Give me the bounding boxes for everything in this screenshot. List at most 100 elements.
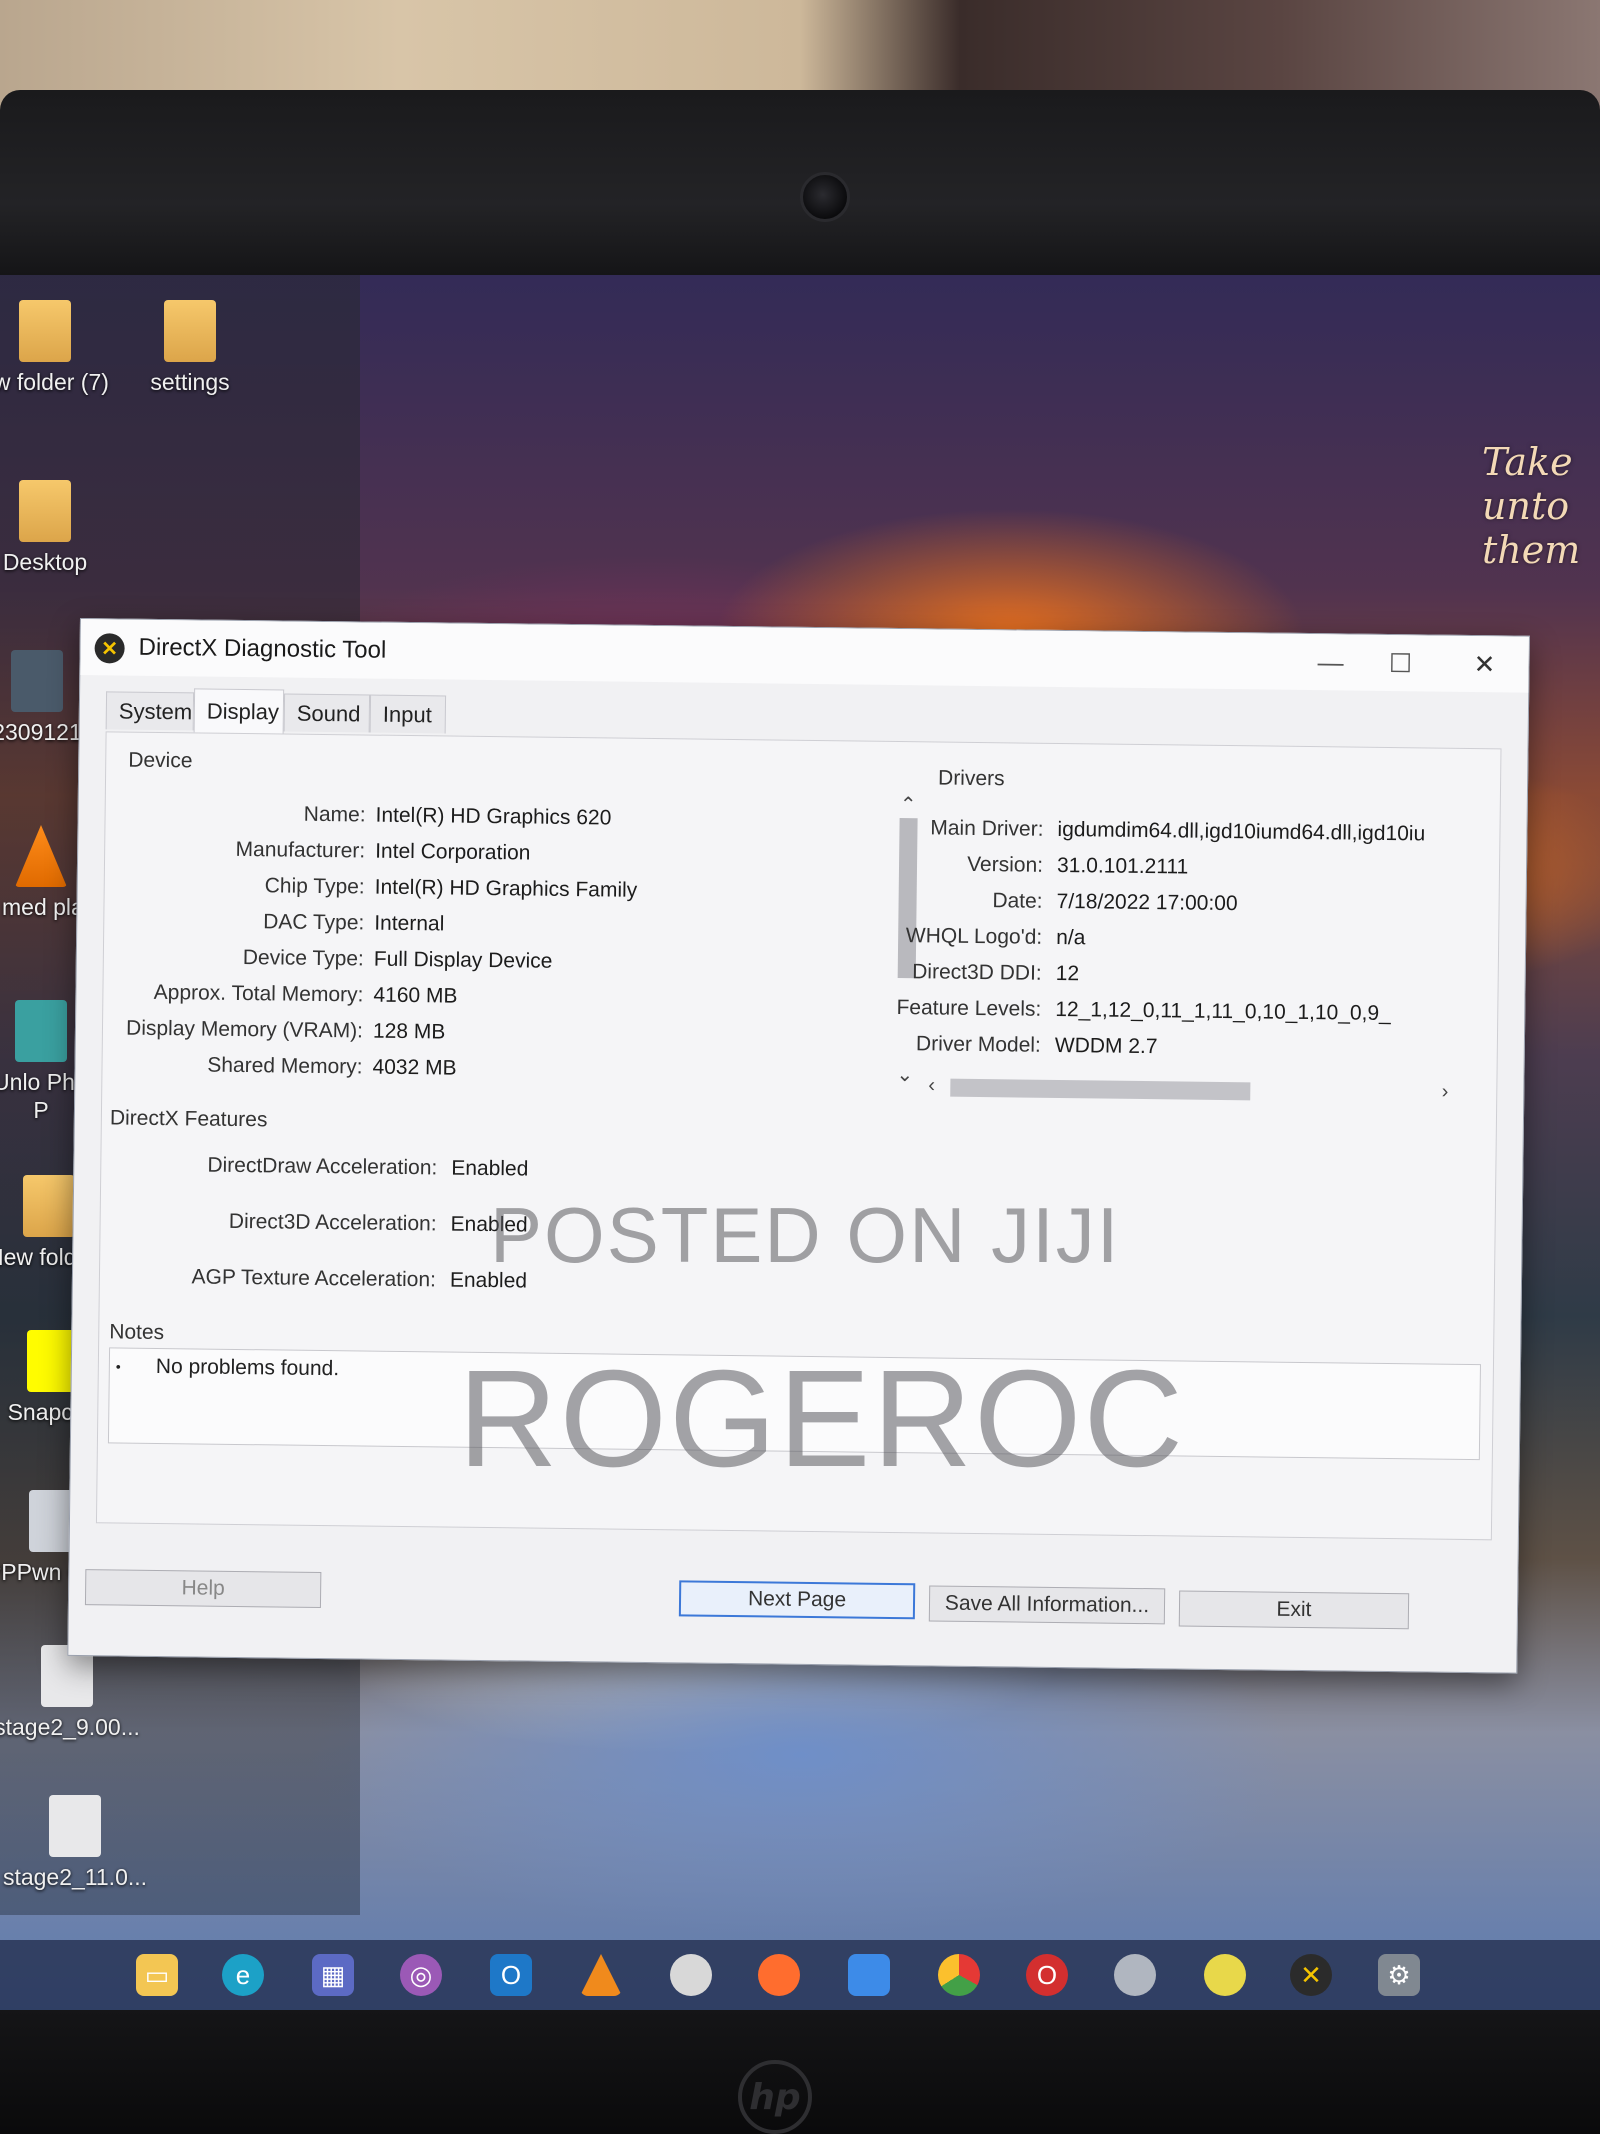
agp-texture-label: AGP Texture Acceleration: [191, 1265, 437, 1292]
whql-value: n/a [1056, 925, 1086, 950]
outlook-icon[interactable]: O [490, 1954, 532, 1996]
hp-logo: hp [738, 2060, 812, 2134]
shared-memory-value: 4032 MB [372, 1055, 457, 1080]
scroll-right-arrow-icon[interactable]: › [1441, 1081, 1449, 1104]
scroll-up-arrow-icon[interactable]: ⌃ [900, 792, 917, 817]
desktop-icon-label: Desktop [2, 549, 88, 575]
desktop-icon-stage2-11[interactable]: stage2_11.0... [0, 1795, 150, 1891]
dac-type-label: DAC Type: [263, 910, 365, 935]
close-button[interactable]: ✕ [1456, 644, 1512, 685]
tab-sound[interactable]: Sound [283, 693, 371, 733]
total-memory-label: Approx. Total Memory: [153, 980, 364, 1007]
drivers-group-title: Drivers [937, 766, 1005, 791]
edge-icon[interactable]: e [222, 1954, 264, 1996]
chip-type-label: Chip Type: [264, 874, 365, 899]
manufacturer-value: Intel Corporation [375, 839, 531, 865]
directx-icon: ✕ [94, 633, 125, 664]
driver-model-value: WDDM 2.7 [1054, 1033, 1158, 1059]
copilot-icon[interactable]: ◎ [400, 1954, 442, 1996]
directdraw-value: Enabled [451, 1156, 529, 1181]
notes-item: No problems found. [155, 1354, 340, 1381]
desktop-icon-new-folder-7[interactable]: ew folder (7) [0, 300, 120, 396]
chrome-icon[interactable] [938, 1954, 980, 1996]
manufacturer-label: Manufacturer: [235, 837, 366, 863]
directdraw-label: DirectDraw Acceleration: [207, 1153, 438, 1180]
next-page-button[interactable]: Next Page [678, 1580, 916, 1620]
device-name-label: Name: [303, 802, 366, 827]
desktop-icon-label: ew folder (7) [0, 369, 109, 395]
desktop-icon-label: stage2_9.00... [0, 1714, 140, 1740]
watermark-name: ROGEROC [458, 1342, 1186, 1496]
photo-thumbnail-icon [11, 650, 63, 712]
shared-memory-label: Shared Memory: [207, 1053, 363, 1079]
vram-label: Display Memory (VRAM): [125, 1016, 364, 1043]
main-driver-value: igdumdim64.dll,igd10iumd64.dll,igd10iu [1057, 817, 1426, 846]
device-type-label: Device Type: [242, 946, 364, 971]
dac-type-value: Internal [374, 911, 445, 936]
laptop-bezel-top [0, 90, 1600, 280]
driver-model-label: Driver Model: [915, 1032, 1041, 1057]
total-memory-value: 4160 MB [373, 983, 458, 1008]
help-button[interactable]: Help [84, 1569, 322, 1609]
direct3d-ddi-label: Direct3D DDI: [912, 960, 1042, 985]
chip-type-value: Intel(R) HD Graphics Family [374, 875, 638, 902]
scroll-thumb[interactable] [897, 818, 918, 979]
desktop-icon-label: settings [150, 369, 230, 395]
firefox-icon[interactable] [758, 1954, 800, 1996]
directx-icon[interactable]: ✕ [1290, 1954, 1332, 1996]
version-value: 31.0.101.2111 [1056, 853, 1189, 879]
direct3d-label: Direct3D Acceleration: [228, 1209, 437, 1236]
lock-icon [15, 1000, 67, 1062]
photos-icon[interactable] [848, 1954, 890, 1996]
desktop-icon-desktop[interactable]: Desktop [0, 480, 120, 576]
bullet-icon: • [115, 1358, 121, 1375]
folder-icon [19, 300, 71, 362]
scroll-left-arrow-icon[interactable]: ‹ [928, 1074, 935, 1097]
direct3d-ddi-value: 12 [1055, 961, 1080, 986]
drivers-horizontal-scrollbar[interactable]: ‹ › [928, 1072, 1448, 1108]
vram-value: 128 MB [372, 1019, 446, 1044]
driver-info-list: Main Driver: igdumdim64.dll,igd10iumd64.… [107, 732, 1501, 1058]
scroll-thumb[interactable] [950, 1078, 1251, 1101]
date-value: 7/18/2022 17:00:00 [1056, 889, 1238, 916]
desktop-icon-stage2-9[interactable]: stage2_9.00... [0, 1645, 142, 1741]
whql-label: WHQL Logo'd: [905, 924, 1043, 949]
file-explorer-icon[interactable]: ▭ [136, 1954, 178, 1996]
date-label: Date: [992, 889, 1043, 913]
folder-icon [19, 480, 71, 542]
save-all-information-button[interactable]: Save All Information... [928, 1585, 1166, 1625]
folder-gear-icon [164, 300, 216, 362]
device-name-value: Intel(R) HD Graphics 620 [375, 803, 612, 830]
main-driver-label: Main Driver: [930, 816, 1044, 841]
feature-levels-value: 12_1,12_0,11_1,11_0,10_1,10_0,9_ [1055, 997, 1391, 1026]
desktop-icon-settings[interactable]: settings [115, 300, 265, 396]
tab-display[interactable]: Display [193, 688, 285, 734]
tab-system[interactable]: System [105, 691, 195, 731]
wallpaper-quote: Take unto them [1482, 440, 1581, 572]
notes-group-title: Notes [109, 1320, 165, 1345]
watermark-posted-on: POSTED ON JIJI [490, 1191, 1121, 1279]
desktop-icon-label: stage2_11.0... [2, 1864, 148, 1890]
directx-features-group-title: DirectX Features [109, 1106, 268, 1132]
device-group-title: Device [128, 748, 193, 773]
maximize-button[interactable]: ☐ [1372, 643, 1428, 684]
file-icon [49, 1795, 101, 1857]
settings-icon[interactable]: ⚙ [1378, 1954, 1420, 1996]
tab-input[interactable]: Input [369, 694, 447, 734]
webcam [800, 172, 850, 222]
opera-icon[interactable]: O [1026, 1954, 1068, 1996]
device-type-value: Full Display Device [373, 947, 553, 973]
app-icon-2[interactable] [1114, 1954, 1156, 1996]
feature-levels-label: Feature Levels: [896, 996, 1042, 1021]
taskbar: ▭ e ▦ ◎ O O ✕ ⚙ [0, 1940, 1600, 2010]
scroll-down-arrow-icon[interactable]: ⌄ [896, 1062, 913, 1087]
vlc-icon [15, 825, 67, 887]
directx-diagnostic-window: ✕ DirectX Diagnostic Tool — ☐ ✕ System D… [67, 618, 1530, 1674]
snapchat-icon[interactable] [1204, 1954, 1246, 1996]
exit-button[interactable]: Exit [1178, 1590, 1410, 1630]
store-icon[interactable]: ▦ [312, 1954, 354, 1996]
vlc-icon[interactable] [580, 1954, 622, 1996]
app-icon[interactable] [670, 1954, 712, 1996]
version-label: Version: [967, 852, 1044, 877]
minimize-button[interactable]: — [1302, 642, 1358, 683]
